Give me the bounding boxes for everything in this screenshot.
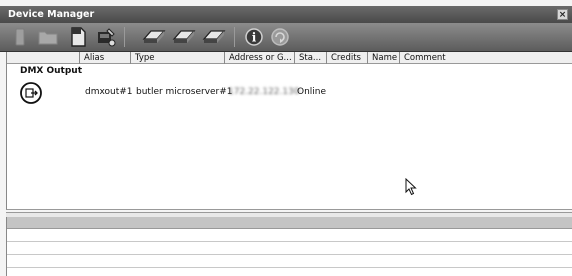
- column-header-address[interactable]: Address or G...: [224, 52, 294, 64]
- device-list[interactable]: Alias Type Address or G... Sta... Credit…: [6, 52, 572, 210]
- column-header-credits[interactable]: Credits: [326, 52, 367, 64]
- new-document-icon: [71, 27, 86, 47]
- refresh-button[interactable]: [268, 25, 292, 49]
- output-button-1[interactable]: [140, 25, 168, 49]
- svg-text:i: i: [252, 31, 257, 45]
- remove-device-button[interactable]: [8, 25, 32, 49]
- column-header-comment[interactable]: Comment: [399, 52, 572, 64]
- refresh-icon: [271, 28, 289, 46]
- configure-device-icon: [98, 28, 116, 47]
- details-header: [7, 217, 572, 229]
- remove-device-icon: [15, 28, 25, 46]
- dmx-output-device-icon: [20, 82, 42, 104]
- cell-alias: dmxout#1: [85, 87, 133, 97]
- group-label-dmx-output: DMX Output: [20, 66, 83, 76]
- details-row-divider: [7, 267, 572, 268]
- cell-address: 172.22.122.130: [228, 87, 300, 97]
- details-row-divider: [7, 241, 572, 242]
- mouse-pointer-icon: [405, 178, 417, 196]
- output-button-3[interactable]: [200, 25, 228, 49]
- column-header-name[interactable]: Name: [367, 52, 399, 64]
- open-button[interactable]: [36, 25, 60, 49]
- cell-type: butler microserver#1: [136, 87, 233, 97]
- title-bar[interactable]: Device Manager ×: [0, 6, 572, 23]
- details-pane[interactable]: [6, 217, 572, 276]
- column-header-row: Alias Type Address or G... Sta... Credit…: [7, 52, 572, 64]
- cell-status: Online: [297, 87, 327, 97]
- new-document-button[interactable]: [66, 25, 90, 49]
- configure-device-button[interactable]: [94, 25, 118, 49]
- device-output-icon: [202, 30, 226, 43]
- table-row[interactable]: dmxout#1 butler microserver#1 172.22.122…: [7, 82, 572, 104]
- close-icon[interactable]: ×: [557, 9, 568, 20]
- column-header-status[interactable]: Sta...: [294, 52, 326, 64]
- device-manager-window: Device Manager × i Alias Type Address or…: [0, 0, 572, 276]
- device-output-icon: [172, 30, 196, 43]
- toolbar-separator: [234, 27, 235, 47]
- toolbar: i: [0, 23, 572, 52]
- info-button[interactable]: i: [242, 25, 266, 49]
- device-output-icon: [142, 30, 166, 43]
- output-button-2[interactable]: [170, 25, 198, 49]
- details-row-divider: [7, 254, 572, 255]
- info-icon: i: [245, 28, 263, 46]
- column-header-alias[interactable]: Alias: [79, 52, 130, 64]
- open-folder-icon: [38, 31, 58, 45]
- column-header-type[interactable]: Type: [130, 52, 224, 64]
- toolbar-separator: [124, 27, 125, 47]
- window-title: Device Manager: [8, 9, 95, 20]
